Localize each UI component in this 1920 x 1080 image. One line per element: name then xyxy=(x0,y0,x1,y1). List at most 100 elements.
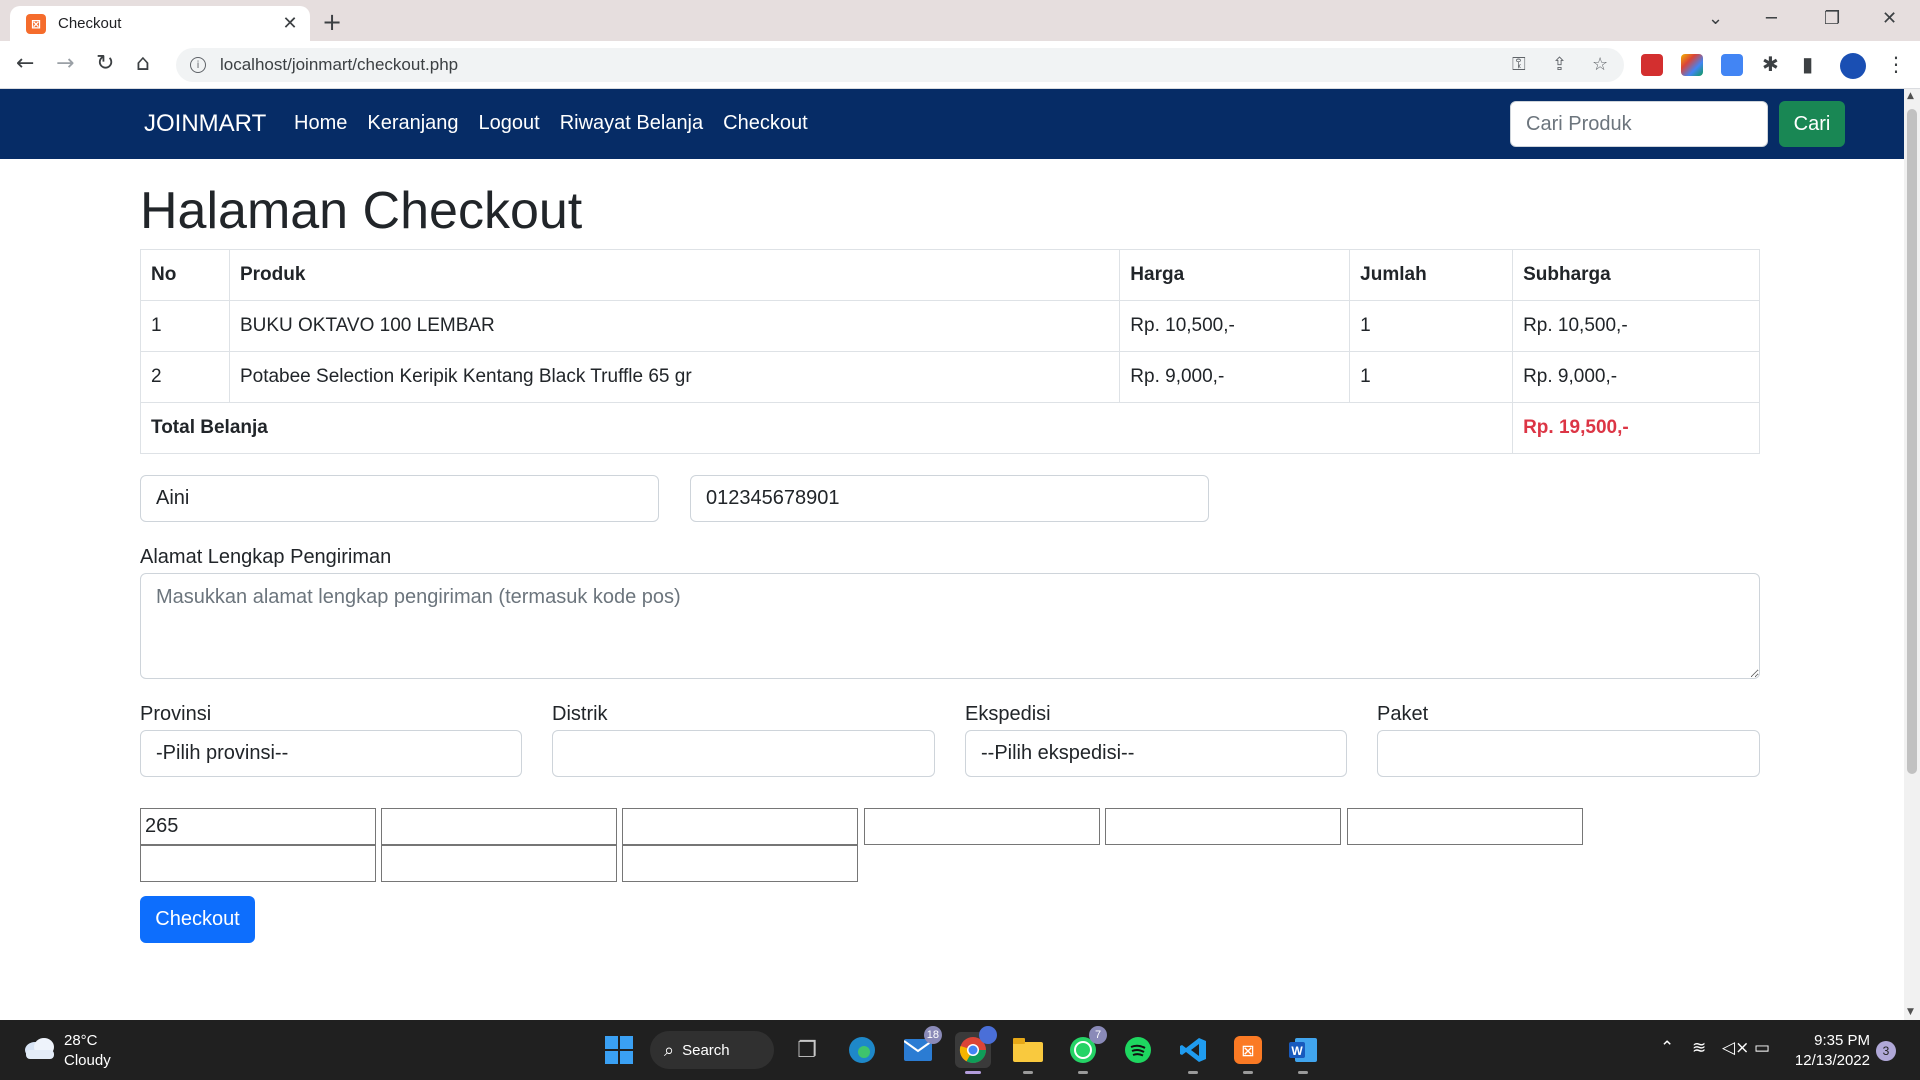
address-bar[interactable]: i localhost/joinmart/checkout.php ⚿ ⇪ ☆ xyxy=(176,48,1624,82)
key-icon[interactable]: ⚿ xyxy=(1512,54,1526,75)
hidden-field-9[interactable] xyxy=(622,845,858,882)
notification-badge[interactable]: 3 xyxy=(1876,1041,1896,1061)
phone-field[interactable] xyxy=(690,475,1209,522)
spotify-icon[interactable] xyxy=(1120,1032,1156,1068)
search-button[interactable]: Cari xyxy=(1779,101,1845,147)
sidepanel-icon[interactable]: ▮ xyxy=(1802,52,1813,76)
provinsi-select[interactable]: -Pilih provinsi-- xyxy=(140,730,522,777)
scroll-up-icon[interactable]: ▲ xyxy=(1907,91,1914,101)
extension-color-icon[interactable] xyxy=(1681,54,1703,76)
cell-produk: BUKU OKTAVO 100 LEMBAR xyxy=(228,300,1121,352)
site-navbar: JOINMART Home Keranjang Logout Riwayat B… xyxy=(0,89,1904,159)
chrome-icon[interactable] xyxy=(955,1026,997,1074)
scroll-down-icon[interactable]: ▼ xyxy=(1907,1007,1914,1017)
hidden-field-1[interactable] xyxy=(140,808,376,845)
ekspedisi-label: Ekspedisi xyxy=(965,703,1051,725)
wifi-icon[interactable]: ≋ xyxy=(1692,1038,1706,1058)
reload-icon[interactable]: ↻ xyxy=(96,51,114,76)
translate-icon[interactable] xyxy=(1721,54,1743,76)
distrik-select[interactable] xyxy=(552,730,935,777)
windows-start-icon[interactable] xyxy=(601,1032,637,1068)
chrome-badge xyxy=(979,1026,997,1044)
scroll-thumb[interactable] xyxy=(1907,109,1917,774)
checkout-button[interactable]: Checkout xyxy=(140,896,255,943)
total-row: Total Belanja Rp. 19,500,- xyxy=(139,402,1760,454)
browser-tab[interactable]: ⊠ Checkout ✕ xyxy=(10,6,310,41)
explorer-icon[interactable] xyxy=(1010,1032,1046,1074)
word-icon[interactable]: W xyxy=(1285,1032,1321,1074)
menu-icon[interactable]: ⋮ xyxy=(1886,52,1906,76)
search-input[interactable] xyxy=(1510,101,1768,147)
table-row: 2 Potabee Selection Keripik Kentang Blac… xyxy=(140,351,1760,403)
paket-select[interactable] xyxy=(1377,730,1760,777)
hidden-field-6[interactable] xyxy=(1347,808,1583,845)
restore-icon[interactable]: ❐ xyxy=(1824,8,1840,29)
hidden-field-3[interactable] xyxy=(622,808,858,845)
vscode-icon[interactable] xyxy=(1175,1032,1211,1074)
provinsi-label: Provinsi xyxy=(140,703,212,725)
edge-icon[interactable] xyxy=(844,1032,880,1068)
hidden-field-4[interactable] xyxy=(864,808,1100,845)
hidden-field-8[interactable] xyxy=(381,845,617,882)
mail-badge: 18 xyxy=(923,1026,942,1044)
cell-subharga: Rp. 10,500,- xyxy=(1512,300,1760,352)
home-icon[interactable]: ⌂ xyxy=(136,51,150,76)
running-indicator xyxy=(1023,1071,1033,1074)
nav-checkout[interactable]: Checkout xyxy=(723,112,808,135)
nav-riwayat-belanja[interactable]: Riwayat Belanja xyxy=(560,112,703,135)
battery-icon[interactable]: ▭ xyxy=(1754,1038,1770,1058)
share-icon[interactable]: ⇪ xyxy=(1552,54,1567,75)
minimize-icon[interactable]: ─ xyxy=(1766,8,1777,29)
table-header-row: No Produk Harga Jumlah Subharga xyxy=(140,249,1760,301)
running-indicator xyxy=(1078,1071,1088,1074)
address-field[interactable] xyxy=(140,573,1760,679)
clock-date[interactable]: 12/13/2022 xyxy=(1780,1052,1870,1069)
page-title: Halaman Checkout xyxy=(140,182,583,240)
provinsi-selected-value: -Pilih provinsi-- xyxy=(156,742,289,764)
header-harga: Harga xyxy=(1119,249,1351,301)
hidden-field-7[interactable] xyxy=(140,845,376,882)
url-text: localhost/joinmart/checkout.php xyxy=(220,55,459,74)
header-jumlah: Jumlah xyxy=(1349,249,1514,301)
nav-keranjang[interactable]: Keranjang xyxy=(367,112,458,135)
task-view-icon[interactable]: ❐ xyxy=(789,1032,825,1068)
star-icon[interactable]: ☆ xyxy=(1592,54,1608,75)
cell-subharga: Rp. 9,000,- xyxy=(1512,351,1760,403)
whatsapp-icon[interactable]: 7 xyxy=(1065,1026,1107,1074)
extensions-icon[interactable]: ✱ xyxy=(1762,52,1779,76)
clock-time[interactable]: 9:35 PM xyxy=(1810,1032,1870,1049)
volume-icon[interactable]: ◁× xyxy=(1722,1038,1749,1058)
favicon-icon: ⊠ xyxy=(26,13,46,34)
close-window-icon[interactable]: ✕ xyxy=(1882,8,1897,29)
taskbar-search-label: Search xyxy=(682,1041,730,1059)
profile-avatar[interactable] xyxy=(1840,53,1866,79)
cell-harga: Rp. 9,000,- xyxy=(1119,351,1351,403)
back-icon[interactable]: ← xyxy=(16,51,34,76)
forward-icon[interactable]: → xyxy=(56,51,74,76)
browser-tab-bar: ⊠ Checkout ✕ + ⌄ ─ ❐ ✕ xyxy=(0,0,1920,41)
hidden-field-5[interactable] xyxy=(1105,808,1341,845)
tab-search-icon[interactable]: ⌄ xyxy=(1708,8,1723,29)
hidden-field-2[interactable] xyxy=(381,808,617,845)
cell-jumlah: 1 xyxy=(1349,300,1514,352)
running-indicator xyxy=(1188,1071,1198,1074)
nav-home[interactable]: Home xyxy=(294,112,347,135)
info-icon[interactable]: i xyxy=(190,57,206,73)
brand-logo[interactable]: JOINMART xyxy=(144,110,266,138)
xampp-icon[interactable]: ⊠ xyxy=(1230,1032,1266,1074)
header-no: No xyxy=(140,249,230,301)
paket-label: Paket xyxy=(1377,703,1429,725)
mail-icon[interactable]: 18 xyxy=(900,1026,942,1068)
new-tab-icon[interactable]: + xyxy=(322,8,342,36)
cloud-icon[interactable] xyxy=(22,1035,56,1061)
name-field[interactable] xyxy=(140,475,659,522)
extension-red-icon[interactable] xyxy=(1641,54,1663,76)
ekspedisi-select[interactable]: --Pilih ekspedisi-- xyxy=(965,730,1347,777)
address-label: Alamat Lengkap Pengiriman xyxy=(140,546,392,568)
taskbar-search[interactable]: ⌕ Search xyxy=(650,1031,774,1069)
header-subharga: Subharga xyxy=(1512,249,1760,301)
page-scrollbar[interactable]: ▲ ▼ xyxy=(1904,89,1920,1020)
tray-chevron-icon[interactable]: ⌃ xyxy=(1660,1038,1674,1058)
nav-logout[interactable]: Logout xyxy=(479,112,540,135)
close-tab-icon[interactable]: ✕ xyxy=(280,13,300,34)
